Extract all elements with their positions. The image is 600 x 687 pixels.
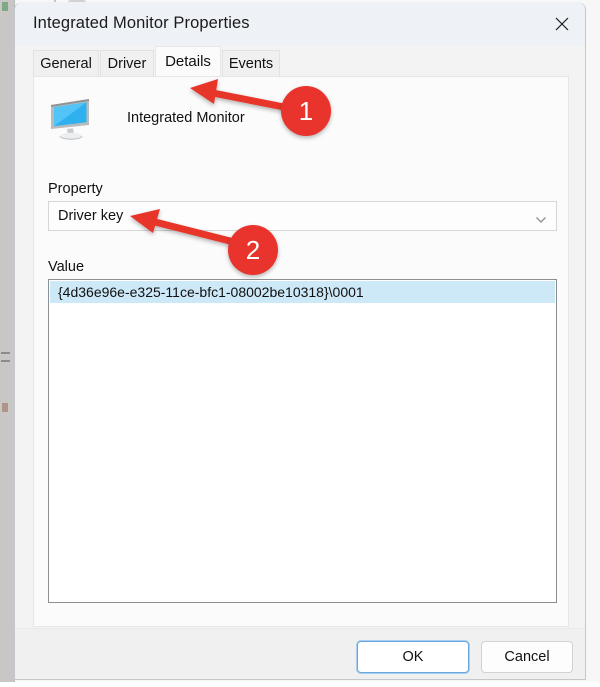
property-dropdown-value: Driver key <box>58 208 124 224</box>
tab-driver[interactable]: Driver <box>100 50 154 76</box>
cancel-button-label: Cancel <box>504 649 550 665</box>
chevron-down-icon <box>535 212 547 223</box>
value-list[interactable]: {4d36e96e-e325-11ce-bfc1-08002be10318}\0… <box>48 279 557 603</box>
tab-events-label: Events <box>228 55 274 72</box>
title-bar: Integrated Monitor Properties <box>15 2 585 46</box>
background-artifact <box>1 360 10 362</box>
tab-details-label: Details <box>165 53 211 70</box>
monitor-icon <box>47 95 95 141</box>
device-header: Integrated Monitor <box>47 95 245 141</box>
details-panel: Integrated Monitor Property Driver key V… <box>33 76 569 627</box>
close-button[interactable] <box>539 2 585 46</box>
properties-dialog: Integrated Monitor Properties General Dr… <box>14 2 586 680</box>
property-dropdown[interactable]: Driver key <box>48 201 557 231</box>
device-name: Integrated Monitor <box>127 110 245 126</box>
tab-general[interactable]: General <box>33 50 99 76</box>
tab-driver-label: Driver <box>107 55 147 72</box>
value-label: Value <box>48 259 85 275</box>
background-artifact <box>2 2 8 11</box>
dialog-button-bar: OK Cancel <box>15 628 585 679</box>
tab-details[interactable]: Details <box>155 46 221 76</box>
background-artifact <box>2 403 8 412</box>
list-item[interactable]: {4d36e96e-e325-11ce-bfc1-08002be10318}\0… <box>50 281 555 303</box>
screen: Integrated Monitor Properties General Dr… <box>0 0 600 682</box>
value-text: {4d36e96e-e325-11ce-bfc1-08002be10318}\0… <box>58 284 364 300</box>
ok-button-label: OK <box>402 649 424 665</box>
close-icon <box>554 16 570 32</box>
tab-strip: General Driver Details Events <box>15 46 585 76</box>
tab-general-label: General <box>40 55 92 72</box>
ok-button[interactable]: OK <box>357 641 469 673</box>
background-artifact <box>1 352 10 354</box>
property-label: Property <box>48 181 103 197</box>
background-window-edge <box>0 0 14 682</box>
tab-events[interactable]: Events <box>222 50 280 76</box>
cancel-button[interactable]: Cancel <box>481 641 573 673</box>
window-title: Integrated Monitor Properties <box>33 14 250 32</box>
